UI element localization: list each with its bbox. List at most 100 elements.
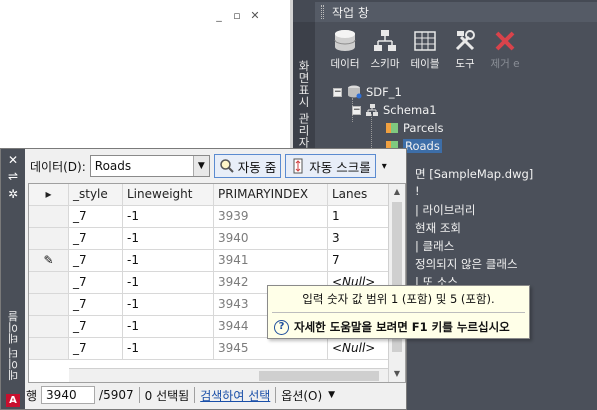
options-menu[interactable]: 옵션(O) xyxy=(281,387,322,404)
table-button[interactable]: 테이블 xyxy=(407,28,443,71)
list-item[interactable]: 면 [SampleMap.dwg] xyxy=(415,166,533,184)
table-button-label: 테이블 xyxy=(410,58,440,70)
table-row[interactable]: _7 -1 3940 3 xyxy=(29,228,389,250)
schema-node-icon xyxy=(366,104,378,116)
scroll-thumb[interactable] xyxy=(259,371,379,381)
tree-node-schema[interactable]: − Schema1 xyxy=(352,102,437,118)
data-table-title: 데이터 테이블 xyxy=(7,311,20,381)
divider xyxy=(275,387,277,403)
list-item[interactable]: | 라이브러리 xyxy=(415,202,475,220)
row-selector[interactable] xyxy=(29,316,69,338)
remove-button-label: 제거 e xyxy=(490,58,520,70)
close-icon[interactable]: ✕ xyxy=(7,153,19,167)
remove-button[interactable]: 제거 e xyxy=(487,28,523,71)
table-row[interactable]: _7 -1 3945 <Null> xyxy=(29,338,389,360)
app-logo-icon: A xyxy=(6,394,20,407)
minimize-icon[interactable]: _ xyxy=(212,9,226,22)
auto-zoom-button[interactable]: 자동 줌 xyxy=(213,154,282,178)
collapse-icon[interactable]: − xyxy=(333,87,342,97)
horizontal-scrollbar[interactable] xyxy=(69,368,389,382)
list-item[interactable]: 현재 조회 xyxy=(415,220,461,238)
cell[interactable]: 7 xyxy=(328,250,389,272)
task-pane-title: 작업 창 xyxy=(332,5,369,20)
autohide-icon[interactable]: ⇌ xyxy=(7,169,19,183)
cell[interactable]: 3 xyxy=(328,228,389,250)
table-row[interactable]: ✎ _7 -1 3941 7 xyxy=(29,250,389,272)
tree-node-sdf-label: SDF_1 xyxy=(366,85,402,99)
row-selector[interactable] xyxy=(29,294,69,316)
row-selector[interactable] xyxy=(29,228,69,250)
help-icon: ? xyxy=(274,319,289,335)
tree-node-parcels-label: Parcels xyxy=(403,121,444,135)
restore-icon[interactable]: ▫ xyxy=(230,9,244,22)
cell[interactable]: _7 xyxy=(69,206,123,228)
cell[interactable]: _7 xyxy=(69,294,123,316)
cell[interactable]: 3941 xyxy=(214,250,328,272)
column-header[interactable]: Lineweight xyxy=(123,184,214,206)
cell[interactable]: <Null> xyxy=(328,338,389,360)
column-header[interactable]: PRIMARYINDEX xyxy=(214,184,328,206)
row-selector[interactable] xyxy=(29,338,69,360)
settings-icon[interactable]: ✲ xyxy=(7,187,19,201)
cell[interactable]: 3945 xyxy=(214,338,328,360)
cell[interactable]: -1 xyxy=(123,338,214,360)
tools-button[interactable]: 도구 xyxy=(447,28,483,71)
row-selector[interactable] xyxy=(29,206,69,228)
cell[interactable]: 1 xyxy=(328,206,389,228)
chevron-down-icon[interactable]: ▼ xyxy=(328,390,335,400)
cell[interactable]: -1 xyxy=(123,206,214,228)
tools-button-label: 도구 xyxy=(455,58,475,70)
collapse-icon[interactable]: − xyxy=(352,105,361,115)
column-header[interactable]: Lanes xyxy=(328,184,389,206)
row-selector[interactable]: ✎ xyxy=(29,250,69,272)
grip-icon[interactable] xyxy=(321,5,324,19)
data-button[interactable]: 데이터 xyxy=(327,28,363,71)
cell[interactable]: 3940 xyxy=(214,228,328,250)
selected-count: 0 선택됨 xyxy=(144,388,190,403)
list-item[interactable]: ! xyxy=(415,184,420,202)
chevron-down-icon: ▼ xyxy=(192,156,209,176)
task-toolbar: 데이터 스키마 테이블 도구 제거 e xyxy=(327,28,523,71)
tree-node-parcels[interactable]: Parcels xyxy=(385,120,444,136)
data-grid[interactable]: ▸ _style Lineweight PRIMARYINDEX Lanes _… xyxy=(28,183,406,383)
scroll-up-icon[interactable]: ▲ xyxy=(389,184,405,200)
cell[interactable]: _7 xyxy=(69,338,123,360)
validation-tooltip: 입력 숫자 값 범위 1 (포함) 및 5 (포함). ? 자세한 도움말을 보… xyxy=(267,285,530,339)
auto-scroll-button[interactable]: 자동 스크롤 xyxy=(285,154,376,178)
scroll-down-icon[interactable]: ▼ xyxy=(389,366,405,382)
cell[interactable]: -1 xyxy=(123,316,214,338)
column-header[interactable]: _style xyxy=(69,184,123,206)
cell[interactable]: _7 xyxy=(69,250,123,272)
auto-scroll-label: 자동 스크롤 xyxy=(309,159,371,175)
vertical-tab-strip: 화면표시 관리자 xyxy=(293,22,315,162)
select-by-search-link[interactable]: 검색하여 선택 xyxy=(200,387,270,404)
schema-button[interactable]: 스키마 xyxy=(367,28,403,71)
task-pane-titlebar[interactable]: 작업 창 xyxy=(315,2,597,22)
close-icon[interactable]: ✕ xyxy=(248,9,262,22)
scroll-icon xyxy=(293,158,303,174)
row-selector[interactable] xyxy=(29,272,69,294)
cell[interactable]: -1 xyxy=(123,272,214,294)
current-row-input[interactable]: 3940 xyxy=(41,386,96,404)
tree-node-sdf[interactable]: − SDF_1 xyxy=(333,84,402,100)
cell[interactable]: _7 xyxy=(69,316,123,338)
cell[interactable]: _7 xyxy=(69,228,123,250)
zoom-icon xyxy=(220,159,234,173)
overflow-menu-icon[interactable]: ▾ xyxy=(382,161,392,172)
cell[interactable]: -1 xyxy=(123,250,214,272)
cell[interactable]: _7 xyxy=(69,272,123,294)
data-label: 데이터(D): xyxy=(30,159,86,174)
data-source-select[interactable]: Roads ▼ xyxy=(89,155,210,177)
cell[interactable]: -1 xyxy=(123,228,214,250)
vertical-scrollbar[interactable]: ▲ ▼ xyxy=(388,184,405,382)
tab-display-manager[interactable]: 화면표시 관리자 xyxy=(296,60,312,148)
row-label: 행 xyxy=(26,388,38,403)
tooltip-help-text: 자세한 도움말을 보려면 F1 키를 누르십시오 xyxy=(294,320,510,334)
list-item[interactable]: 정의되지 않은 클래스 xyxy=(415,256,518,274)
cell[interactable]: -1 xyxy=(123,294,214,316)
table-row[interactable]: _7 -1 3939 1 xyxy=(29,206,389,228)
tooltip-help: ? 자세한 도움말을 보려면 F1 키를 누르십시오 xyxy=(274,319,510,335)
cell[interactable]: 3939 xyxy=(214,206,328,228)
schema-icon xyxy=(374,30,396,51)
list-item[interactable]: | 클래스 xyxy=(415,238,454,256)
